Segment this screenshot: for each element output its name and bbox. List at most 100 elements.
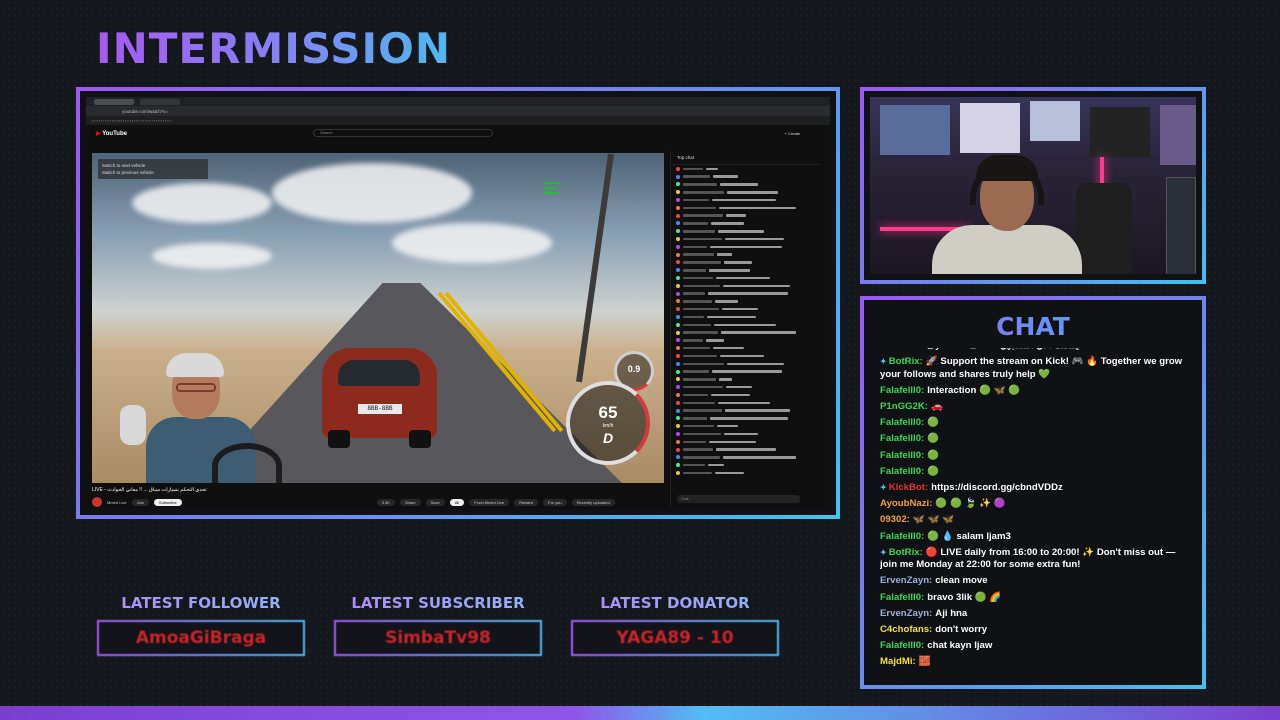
video-title: LIVE - تحدي التحكم بسيارات سباق ... !! م… bbox=[92, 487, 207, 493]
chat-message: ✦ KickBot: https://discord.gg/cbndVDDz bbox=[880, 482, 1188, 495]
chat-username[interactable]: Falafelll0: bbox=[880, 592, 924, 603]
video-player[interactable]: 8BB-8BB Switch to next vehicle Switch to… bbox=[92, 153, 664, 483]
youtube-chat-line bbox=[671, 438, 820, 446]
channel-avatar[interactable] bbox=[92, 497, 102, 507]
microphone bbox=[120, 405, 146, 445]
hint-previous-vehicle: Switch to previous vehicle bbox=[102, 170, 154, 175]
chat-username[interactable]: Falafelll0: bbox=[880, 531, 924, 542]
search-input[interactable]: Search bbox=[312, 129, 493, 137]
speed-unit: km/h bbox=[602, 423, 614, 429]
save-button[interactable]: Save bbox=[425, 498, 445, 506]
chat-username[interactable]: BotRix: bbox=[889, 348, 923, 351]
join-button[interactable]: Join bbox=[131, 498, 149, 506]
bottom-accent-bar bbox=[0, 706, 1280, 720]
youtube-chat-line bbox=[671, 282, 820, 290]
chat-message: ✦BotRix:@yassine_71x : يمكنك الان التسجي… bbox=[880, 348, 1188, 353]
chat-username[interactable]: Falafelll0: bbox=[880, 417, 924, 428]
gaming-chair bbox=[1076, 183, 1132, 274]
chip-from-channel[interactable]: From Mmed Live bbox=[469, 498, 510, 506]
youtube-chat-line bbox=[671, 290, 820, 298]
video-info: LIVE - تحدي التحكم بسيارات سباق ... !! م… bbox=[92, 485, 664, 511]
youtube-chat-line bbox=[671, 469, 820, 477]
youtube-chat-line bbox=[671, 165, 820, 173]
chat-message: ✦ BotRix: 🚀 Support the stream on Kick! 🎮 … bbox=[880, 356, 1188, 381]
youtube-chat-line bbox=[671, 407, 820, 415]
latest-follower-label: LATEST FOLLOWER bbox=[97, 594, 305, 612]
chat-text: @yassine_71x : يمكنك الان التسجيل bbox=[926, 348, 1079, 351]
chat-panel: CHAT ✦BotRix:@yassine_71x : يمكنك الان ا… bbox=[860, 296, 1206, 689]
youtube-chat-line bbox=[671, 399, 820, 407]
chat-title: CHAT bbox=[864, 312, 1202, 341]
chat-message: Falafelll0: 🟢 bbox=[880, 417, 1188, 430]
youtube-chat-line bbox=[671, 368, 820, 376]
bot-badge-icon: ✦ bbox=[880, 357, 887, 367]
chat-message: ✦ BotRix: 🔴 LIVE daily from 16:00 to 20:00… bbox=[880, 547, 1188, 572]
youtube-chat-input[interactable]: Chat... bbox=[677, 495, 800, 503]
chat-text: 🟢 bbox=[927, 417, 940, 429]
chat-username[interactable]: ErvenZayn: bbox=[880, 608, 932, 619]
chat-text: bravo 3lik 🟢 🌈 bbox=[927, 591, 1002, 603]
chip-for-you[interactable]: For you bbox=[543, 498, 567, 506]
share-button[interactable]: Share bbox=[399, 498, 421, 506]
chat-message: Falafelll0: 🟢 bbox=[880, 450, 1188, 463]
chat-text: 🔴 LIVE daily from 16:00 to 20:00! ✨ Don'… bbox=[880, 546, 1176, 571]
youtube-chat-line bbox=[671, 227, 820, 235]
address-bar[interactable]: youtube.com/watch?v= bbox=[86, 106, 830, 116]
chat-username[interactable]: P1nGG2K: bbox=[880, 401, 928, 412]
browser-tab[interactable] bbox=[94, 98, 134, 105]
chat-username[interactable]: BotRix: bbox=[889, 547, 923, 558]
chat-text: 🟢 💧 salam ljam3 bbox=[927, 530, 1011, 542]
chat-username[interactable]: Falafelll0: bbox=[880, 466, 924, 477]
youtube-chat-line bbox=[671, 251, 820, 259]
subscribe-button[interactable]: Subscribe bbox=[153, 498, 182, 506]
youtube-chat-line bbox=[671, 329, 820, 337]
chat-username[interactable]: AyoubNazi: bbox=[880, 498, 932, 509]
create-button[interactable]: + Create bbox=[785, 131, 800, 136]
chat-text: Interaction 🟢 🦋 🟢 bbox=[927, 384, 1021, 396]
youtube-chat-line bbox=[671, 383, 820, 391]
chat-username[interactable]: Falafelll0: bbox=[880, 640, 924, 651]
youtube-header: ▶ YouTube Search + Create bbox=[86, 125, 830, 141]
bot-badge-icon: ✦ bbox=[880, 348, 887, 350]
chat-username[interactable]: Falafelll0: bbox=[880, 433, 924, 444]
red-car: 8BB-8BB bbox=[322, 348, 437, 448]
channel-name[interactable]: Mmed Live bbox=[107, 500, 127, 505]
chat-message: ErvenZayn: Aji hna bbox=[880, 608, 1188, 621]
hint-next-vehicle: Switch to next vehicle bbox=[102, 163, 146, 168]
chip-all[interactable]: All bbox=[449, 498, 465, 506]
bot-badge-icon: ✦ bbox=[880, 483, 887, 492]
youtube-chat-line bbox=[671, 446, 820, 454]
chat-username[interactable]: BotRix: bbox=[889, 356, 923, 367]
latest-follower: LATEST FOLLOWER AmoaGiBraga bbox=[97, 594, 305, 656]
chat-message: Falafelll0: 🟢 bbox=[880, 433, 1188, 446]
chip-related[interactable]: Related bbox=[514, 498, 539, 506]
chat-username[interactable]: MajdMi: bbox=[880, 656, 916, 667]
chat-text: don't worry bbox=[935, 624, 988, 635]
chat-username[interactable]: Falafelll0: bbox=[880, 385, 924, 396]
browser-window: youtube.com/watch?v= ▪ ▪ ▪ ▪ ▪ ▪ ▪ ▪ ▪ ▪… bbox=[86, 97, 830, 509]
chip-recently-uploaded[interactable]: Recently uploaded bbox=[571, 498, 615, 506]
gear-indicator: D bbox=[602, 430, 614, 446]
youtube-chat-line bbox=[671, 360, 820, 368]
streamer-in-video bbox=[112, 353, 282, 483]
chat-message: MajdMi: 🧱 bbox=[880, 656, 1188, 669]
chat-message: Falafelll0: Interaction 🟢 🦋 🟢 bbox=[880, 385, 1188, 398]
chat-username[interactable]: C4chofans: bbox=[880, 624, 932, 635]
youtube-chat-line bbox=[671, 235, 820, 243]
like-button[interactable]: 3.3K bbox=[376, 498, 395, 506]
youtube-chat-line bbox=[671, 181, 820, 189]
youtube-logo[interactable]: ▶ YouTube bbox=[96, 130, 127, 137]
latest-donator-value: YAGA89 - 10 bbox=[571, 620, 779, 656]
browser-tab[interactable] bbox=[140, 98, 180, 105]
chat-username[interactable]: Falafelll0: bbox=[880, 450, 924, 461]
youtube-chat-line bbox=[671, 243, 820, 251]
chat-username[interactable]: 09302: bbox=[880, 514, 910, 525]
youtube-chat-line bbox=[671, 305, 820, 313]
chat-text: Aji hna bbox=[935, 607, 968, 619]
chat-text: clean move bbox=[935, 575, 988, 587]
chat-username[interactable]: ErvenZayn: bbox=[880, 575, 932, 586]
chat-mode-dropdown[interactable]: Top chat bbox=[671, 151, 820, 165]
chat-username[interactable]: KickBot: bbox=[889, 482, 928, 493]
youtube-chat-line bbox=[671, 196, 820, 204]
bookmarks-bar: ▪ ▪ ▪ ▪ ▪ ▪ ▪ ▪ ▪ ▪ ▪ ▪ ▪ ▪ ▪ ▪ ▪ ▪ ▪ ▪ … bbox=[86, 116, 830, 125]
